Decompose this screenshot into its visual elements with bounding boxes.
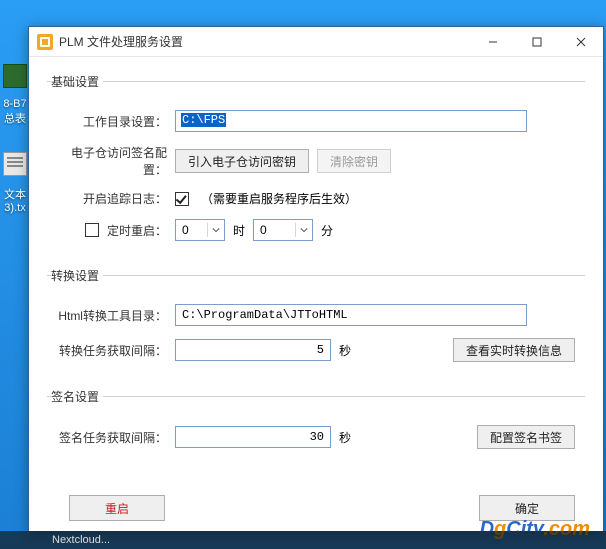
group-convert-legend: 转换设置: [51, 267, 103, 284]
restart-hour-value: 0: [182, 223, 189, 237]
maximize-button[interactable]: [515, 27, 559, 56]
group-sign-legend: 签名设置: [51, 388, 103, 405]
close-button[interactable]: [559, 27, 603, 56]
signcfg-label: 电子仓访问签名配置: [57, 144, 175, 178]
minimize-button[interactable]: [471, 27, 515, 56]
restart-button[interactable]: 重启: [69, 495, 165, 521]
restart-checkbox[interactable]: [85, 223, 99, 237]
client-area: 基础设置 工作目录设置 C:\FPS 电子仓访问签名配置 引入电子仓访问密钥 清…: [29, 57, 603, 531]
import-key-button[interactable]: 引入电子仓访问密钥: [175, 149, 309, 173]
workdir-input-wrap: C:\FPS: [175, 110, 527, 132]
view-realtime-button[interactable]: 查看实时转换信息: [453, 338, 575, 362]
tooldir-label: Html转换工具目录: [57, 307, 175, 324]
label-text: 3).tx: [4, 202, 25, 214]
restart-label: 定时重启: [107, 222, 167, 239]
ok-button[interactable]: 确定: [479, 495, 575, 521]
trace-checkbox[interactable]: [175, 192, 189, 206]
settings-window: PLM 文件处理服务设置 基础设置 工作目录设置 C:\FPS: [28, 26, 604, 532]
restart-label-wrap: 定时重启: [57, 222, 175, 239]
trace-hint: （需要重启服务程序后生效）: [201, 190, 357, 207]
clear-key-button: 清除密钥: [317, 149, 391, 173]
app-icon: [37, 34, 53, 50]
sign-interval-label: 签名任务获取间隔: [57, 429, 175, 446]
desktop-icons: 8-B7 总表 文本 3).tx: [0, 60, 30, 218]
chevron-down-icon: [295, 223, 308, 237]
group-convert: 转换设置 Html转换工具目录 转换任务获取间隔 秒 查看实时转换信息: [47, 267, 585, 380]
config-bookmark-button[interactable]: 配置签名书签: [477, 425, 575, 449]
titlebar[interactable]: PLM 文件处理服务设置: [29, 27, 603, 57]
window-title: PLM 文件处理服务设置: [59, 33, 471, 50]
convert-interval-unit: 秒: [339, 342, 351, 359]
restart-hour-select[interactable]: 0: [175, 219, 225, 241]
excel-icon: [3, 64, 27, 88]
taskbar[interactable]: Nextcloud...: [0, 531, 606, 549]
desktop-file-icon[interactable]: [0, 60, 30, 94]
tooldir-input[interactable]: [175, 304, 527, 326]
sign-interval-unit: 秒: [339, 429, 351, 446]
taskbar-item[interactable]: Nextcloud...: [52, 534, 110, 546]
convert-interval-label: 转换任务获取间隔: [57, 342, 175, 359]
desktop-file-label[interactable]: 文本 3).tx: [0, 182, 30, 218]
workdir-input[interactable]: [175, 110, 527, 132]
desktop-file-icon[interactable]: [0, 148, 30, 182]
convert-interval-input[interactable]: [175, 339, 331, 361]
footer: 重启 确定: [29, 495, 603, 525]
group-basic-legend: 基础设置: [51, 73, 103, 90]
sign-interval-input[interactable]: [175, 426, 331, 448]
label-text: 总表: [4, 113, 26, 125]
restart-minute-value: 0: [260, 223, 267, 237]
chevron-down-icon: [207, 223, 220, 237]
restart-minute-select[interactable]: 0: [253, 219, 313, 241]
workdir-label: 工作目录设置: [57, 113, 175, 130]
group-sign: 签名设置 签名任务获取间隔 秒 配置签名书签: [47, 388, 585, 467]
label-text: 文本: [4, 189, 26, 201]
group-basic: 基础设置 工作目录设置 C:\FPS 电子仓访问签名配置 引入电子仓访问密钥 清…: [47, 73, 585, 259]
trace-label: 开启追踪日志: [57, 190, 175, 207]
label-text: 8-B7: [3, 98, 26, 110]
hour-unit: 时: [233, 222, 245, 239]
workdir-selection: C:\FPS: [181, 113, 226, 127]
desktop-file-label[interactable]: 8-B7 总表: [0, 94, 30, 130]
text-file-icon: [3, 152, 27, 176]
minute-unit: 分: [321, 222, 333, 239]
